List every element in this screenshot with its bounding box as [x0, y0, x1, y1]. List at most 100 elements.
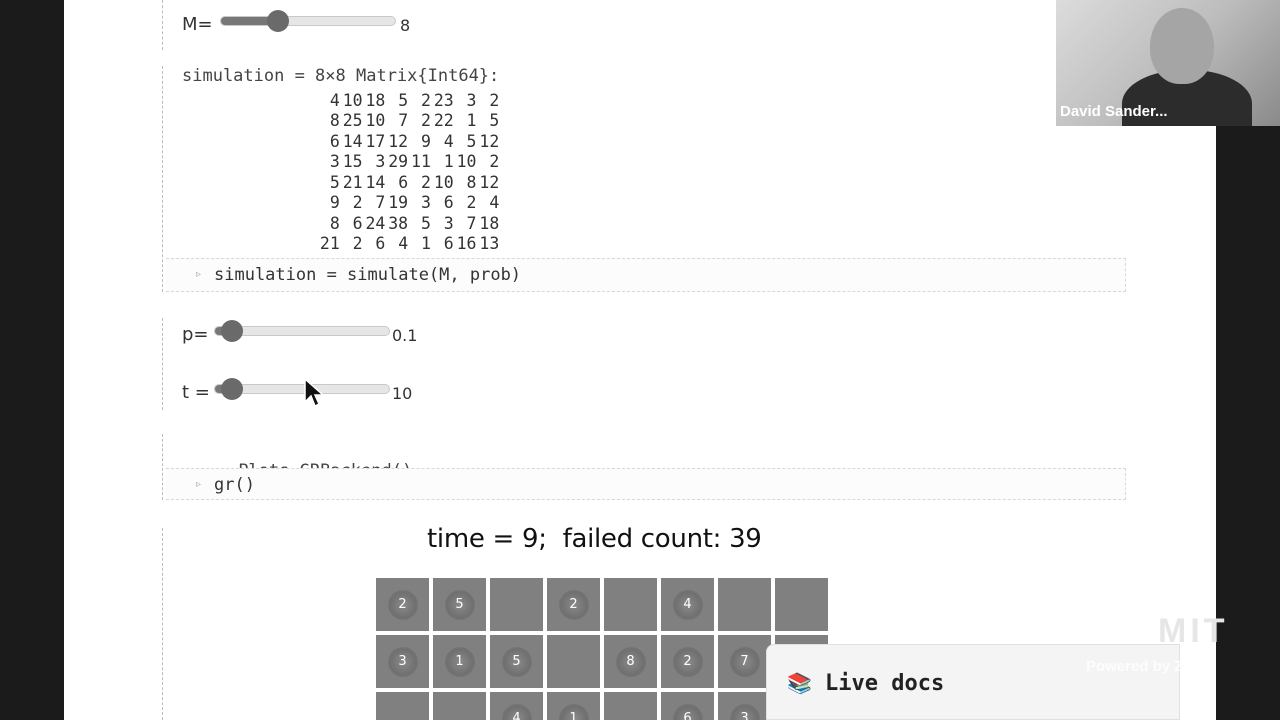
- grid-cell: 2: [661, 635, 714, 688]
- matrix-cell: 5: [466, 131, 477, 151]
- slider-thumb-m[interactable]: [267, 10, 290, 32]
- matrix-cell: 1: [466, 111, 477, 131]
- zoom-watermark: Powered by Zoom: [1086, 658, 1216, 675]
- matrix-cell: 9: [420, 131, 431, 151]
- slider-label-p: p=: [182, 324, 209, 345]
- matrix-cell: 29: [388, 152, 409, 172]
- matrix-row: 6 14 17 12 9 4 5 12: [317, 131, 499, 152]
- code-text-gr[interactable]: gr(): [214, 475, 255, 495]
- matrix-cell: 22: [433, 111, 454, 131]
- matrix-cell: 3: [329, 152, 340, 172]
- matrix-cell: 14: [342, 131, 363, 151]
- slider-track-m[interactable]: [220, 10, 396, 32]
- matrix-table: 4 10 18 5 2 23 3 2 8 25 10 7 2 22 1 5 6 14 17 12 9 4 5 12 3 15 3 29…: [317, 90, 499, 254]
- grid-cell-count: 7: [729, 646, 760, 677]
- live-docs-label: Live docs: [825, 671, 945, 696]
- slider-track-t[interactable]: [214, 378, 390, 400]
- matrix-cell: 6: [398, 172, 409, 192]
- matrix-cell: 38: [388, 213, 409, 233]
- matrix-row: 21 2 6 4 1 6 16 13: [317, 234, 499, 255]
- slider-label-m: M=: [182, 14, 213, 35]
- matrix-cell: 13: [479, 234, 500, 254]
- code-text-simulate[interactable]: simulation = simulate(M, prob): [214, 265, 521, 285]
- grid-cell: 1: [547, 692, 600, 720]
- slider-row-t: t = 10: [182, 378, 542, 408]
- matrix-cell: 9: [329, 193, 340, 213]
- cell-bar: [162, 0, 166, 50]
- grid-cell-count: 5: [501, 646, 532, 677]
- matrix-cell: 5: [420, 213, 431, 233]
- matrix-cell: 2: [420, 90, 431, 110]
- matrix-cell: 10: [365, 111, 386, 131]
- grid-cell-count: 2: [387, 589, 418, 620]
- slider-track-p[interactable]: [214, 320, 390, 342]
- slider-thumb-p[interactable]: [221, 320, 244, 342]
- grid-cell-count: 8: [615, 646, 646, 677]
- matrix-cell: 24: [365, 213, 386, 233]
- matrix-cell: 2: [466, 193, 477, 213]
- person-head: [1150, 8, 1214, 84]
- matrix-cell: 2: [489, 152, 500, 172]
- slider-row-m: M= 8: [182, 10, 542, 40]
- matrix-cell: 4: [329, 90, 340, 110]
- slider-thumb-t[interactable]: [221, 378, 244, 400]
- matrix-cell: 18: [365, 90, 386, 110]
- matrix-cell: 3: [443, 213, 454, 233]
- cell-bar: [162, 528, 166, 720]
- grid-cell-count: 2: [672, 646, 703, 677]
- grid-cell-count: 3: [729, 703, 760, 720]
- code-cell-gr[interactable]: ▹ gr(): [166, 468, 1126, 500]
- grid-cell: 5: [490, 635, 543, 688]
- matrix-cell: 6: [352, 213, 363, 233]
- matrix-row: 3 15 3 29 11 1 10 2: [317, 152, 499, 173]
- grid-cell-count: 5: [444, 589, 475, 620]
- grid-cell-count: 1: [444, 646, 475, 677]
- grid-cell-count: 1: [558, 703, 589, 720]
- matrix-cell: 11: [411, 152, 431, 172]
- matrix-row: 9 2 7 19 3 6 2 4: [317, 193, 499, 214]
- matrix-cell: 18: [479, 213, 500, 233]
- matrix-cell: 10: [433, 172, 454, 192]
- live-docs-panel[interactable]: 📚 Live docs: [766, 644, 1180, 720]
- grid-cell: [376, 692, 429, 720]
- matrix-cell: 7: [398, 111, 409, 131]
- matrix-cell: 3: [466, 90, 477, 110]
- grid-cell: 7: [718, 635, 771, 688]
- mouse-cursor-icon: [304, 378, 325, 408]
- matrix-cell: 3: [375, 152, 386, 172]
- matrix-row: 4 10 18 5 2 23 3 2: [317, 90, 499, 111]
- grid-cell-count: 2: [558, 589, 589, 620]
- video-thumbnail[interactable]: David Sander...: [1056, 0, 1280, 126]
- matrix-cell: 19: [388, 193, 409, 213]
- slider-value-t: 10: [392, 384, 413, 403]
- matrix-cell: 1: [443, 152, 454, 172]
- cell-toggle-icon[interactable]: ▹: [196, 479, 201, 490]
- matrix-cell: 21: [319, 234, 340, 254]
- grid-cell: 2: [547, 578, 600, 631]
- matrix-cell: 12: [479, 172, 500, 192]
- matrix-cell: 10: [342, 90, 363, 110]
- grid-cell: 4: [490, 692, 543, 720]
- participant-name: David Sander...: [1060, 103, 1168, 120]
- slider-label-t: t =: [182, 382, 210, 403]
- matrix-cell: 4: [489, 193, 500, 213]
- matrix-cell: 2: [352, 234, 363, 254]
- grid-cell: [433, 692, 486, 720]
- slider-value-p: 0.1: [392, 326, 418, 345]
- grid-cell: 1: [433, 635, 486, 688]
- matrix-row: 8 6 24 38 5 3 7 18: [317, 213, 499, 234]
- matrix-cell: 25: [342, 111, 363, 131]
- matrix-cell: 2: [420, 111, 431, 131]
- grid-cell: 5: [433, 578, 486, 631]
- grid-cell: 8: [604, 635, 657, 688]
- slider-value-m: 8: [400, 16, 411, 35]
- cell-toggle-icon[interactable]: ▹: [196, 269, 201, 280]
- books-icon: 📚: [787, 671, 812, 695]
- matrix-cell: 5: [489, 111, 500, 131]
- grid-cell: [604, 692, 657, 720]
- grid-cell-count: 4: [501, 703, 532, 720]
- grid-cell: 2: [376, 578, 429, 631]
- grid-cell: [718, 578, 771, 631]
- code-cell-simulate[interactable]: ▹ simulation = simulate(M, prob): [166, 258, 1126, 292]
- matrix-cell: 4: [398, 234, 409, 254]
